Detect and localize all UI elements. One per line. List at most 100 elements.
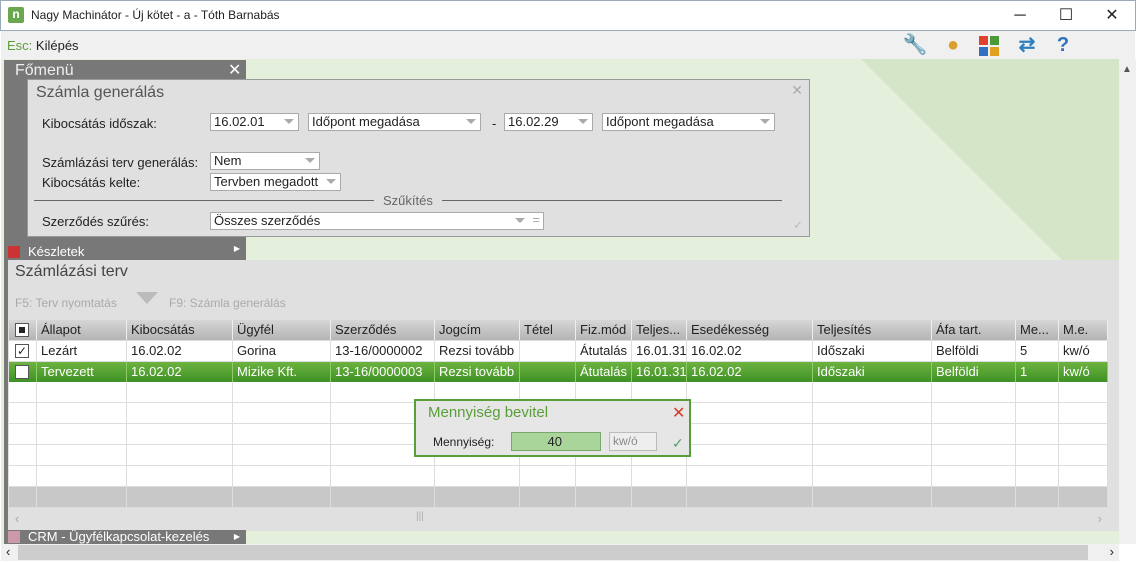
empty-cell [520,487,576,507]
plan-generation-label: Számlázási terv generálás: [42,155,199,170]
column-header[interactable]: Áfa tart. [932,320,1016,340]
table-cell[interactable]: 16.02.02 [687,361,813,382]
table-cell[interactable]: Belföldi [932,361,1016,382]
dialog-title: Számla generálás [36,84,165,101]
empty-cell [813,382,932,402]
inventory-icon [8,246,20,258]
sidebar-item-label: Készletek [28,244,85,259]
column-header[interactable]: Ügyfél [233,320,331,340]
dialog-close-icon[interactable]: ✕ [791,82,803,99]
empty-cell [9,445,37,465]
close-button[interactable]: ✕ [1089,0,1135,31]
main-menu-title: Főmenü [15,62,74,79]
column-header[interactable]: Szerződés [331,320,435,340]
filter-icon[interactable] [136,292,158,304]
table-cell[interactable]: 1 [1016,361,1059,382]
to-time-select[interactable]: Időpont megadása [602,113,775,131]
empty-cell [687,382,813,402]
select-all-checkbox[interactable] [15,323,29,337]
table-cell[interactable]: Tervezett [37,361,127,382]
main-menu-close-icon[interactable]: ✕ [228,60,241,80]
apps-grid-icon[interactable] [977,33,1003,57]
table-row[interactable]: Tervezett 16.02.02 Mizike Kft. 13-16/000000… [9,361,1108,383]
table-cell[interactable]: 13-16/0000002 [331,341,435,361]
table-cell[interactable]: kw/ó [1059,341,1108,361]
table-cell[interactable]: 16.02.02 [687,341,813,361]
column-header[interactable]: Kibocsátás [127,320,233,340]
column-header[interactable]: Teljesítés [813,320,932,340]
table-cell[interactable]: Mizike Kft. [233,361,331,382]
to-date-select[interactable]: 16.02.29 [504,113,593,131]
wrench-icon[interactable]: 🔧 [902,33,928,57]
table-cell[interactable]: Időszaki [813,341,932,361]
empty-cell [687,466,813,486]
empty-cell [687,403,813,423]
table-cell[interactable] [520,361,576,382]
panel-title: Számlázási terv [15,263,128,280]
empty-cell [520,466,576,486]
generate-invoice-button[interactable]: F9: Számla generálás [169,296,286,310]
table-cell[interactable]: 16.01.31 [632,341,687,361]
table-cell[interactable]: 5 [1016,341,1059,361]
table-cell[interactable]: Rezsi tovább [435,341,520,361]
swap-arrows-icon[interactable]: ⇄ [1014,33,1040,57]
column-header[interactable]: Állapot [37,320,127,340]
contract-filter-select[interactable]: Összes szerződés = [210,212,544,230]
user-icon[interactable]: ● [940,33,966,57]
table-cell[interactable]: 16.02.02 [127,361,233,382]
divider [442,200,782,201]
app-logo: n [8,7,24,23]
exit-button[interactable]: Esc: Kilépés [7,38,79,53]
empty-cell [813,466,932,486]
quantity-input[interactable]: 40 [511,432,601,451]
table-cell[interactable]: 16.02.02 [127,341,233,361]
dialog-ok-icon[interactable]: ✓ [793,218,803,232]
popup-ok-icon[interactable]: ✓ [672,435,684,452]
quantity-input-popup: Mennyiség bevitel ✕ Mennyiség: 40 kw/ó ✓ [414,399,691,457]
table-cell[interactable]: Belföldi [932,341,1016,361]
column-header[interactable]: Jogcím [435,320,520,340]
table-cell[interactable] [520,341,576,361]
maximize-button[interactable]: ☐ [1043,0,1089,31]
empty-cell [37,382,127,402]
window-title: Nagy Machinátor - Új kötet - a - Tóth Ba… [31,8,280,22]
from-time-select[interactable]: Időpont megadása [308,113,481,131]
empty-cell [233,466,331,486]
row-checkbox[interactable]: ✓ [15,344,29,358]
column-header[interactable]: Me... [1016,320,1059,340]
vertical-scrollbar[interactable]: ▲ [1119,59,1136,544]
help-icon[interactable]: ? [1050,33,1076,57]
sidebar-item-keszletek[interactable]: Készletek ▶ [4,244,246,260]
column-header[interactable]: Fiz.mód [576,320,632,340]
table-cell[interactable]: Rezsi tovább [435,361,520,382]
popup-close-icon[interactable]: ✕ [672,403,685,423]
grid-footer[interactable] [9,487,1108,508]
column-header[interactable]: M.e. [1059,320,1108,340]
table-row[interactable]: Lezárt 16.02.02 Gorina 13-16/0000002 Rezsi t… [9,341,1108,362]
table-cell[interactable]: Gorina [233,341,331,361]
from-date-select[interactable]: 16.02.01 [210,113,299,131]
minimize-button[interactable]: ─ [997,0,1043,31]
column-header[interactable]: Tétel [520,320,576,340]
plan-generation-select[interactable]: Nem [210,152,320,170]
column-header[interactable]: Teljes... [632,320,687,340]
table-cell[interactable]: Lezárt [37,341,127,361]
table-cell[interactable]: Átutalás [576,361,632,382]
issue-date-select[interactable]: Tervben megadott [210,173,341,191]
sidebar-item-crm[interactable]: CRM - Ügyfélkapcsolat-kezelés ▶ [4,530,246,544]
empty-cell [127,466,233,486]
table-cell[interactable]: 16.01.31 [632,361,687,382]
table-header[interactable]: Állapot Kibocsátás Ügyfél Szerződés Jogcím Té… [9,320,1108,341]
to-time-value: Időpont megadása [606,114,714,129]
table-cell[interactable]: kw/ó [1059,361,1108,382]
column-header[interactable]: Esedékesség [687,320,813,340]
table-cell[interactable]: Időszaki [813,361,932,382]
table-cell[interactable]: Átutalás [576,341,632,361]
empty-row[interactable] [9,466,1108,487]
horizontal-scrollbar-grid[interactable]: ‹ ||| › [9,508,1108,530]
print-plan-button[interactable]: F5: Terv nyomtatás [15,296,117,310]
horizontal-scrollbar[interactable]: ‹ › [1,544,1119,561]
table-cell[interactable]: 13-16/0000003 [331,361,435,382]
empty-cell [932,382,1016,402]
row-checkbox[interactable] [15,364,29,379]
